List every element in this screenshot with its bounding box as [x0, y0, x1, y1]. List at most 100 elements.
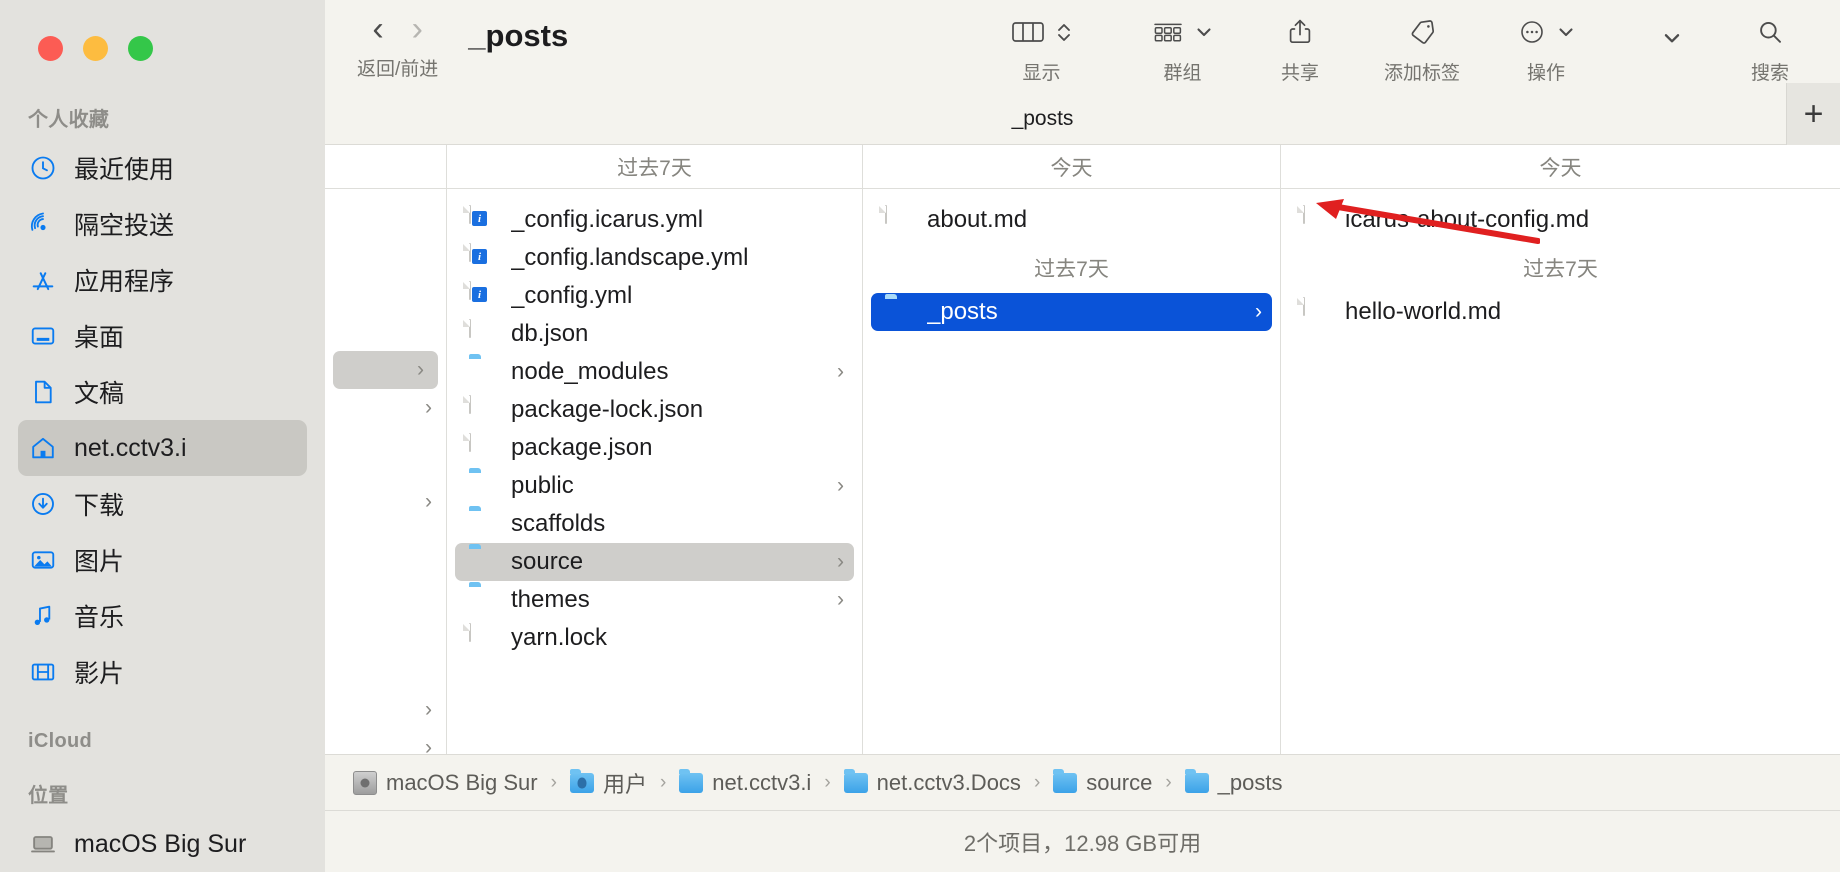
breadcrumb-item-home[interactable]: net.cctv3.i — [679, 768, 812, 796]
folder-icon — [469, 548, 497, 576]
table-row[interactable]: i _config.icarus.yml — [455, 201, 854, 239]
sidebar-item-label: macOS Big Sur — [74, 829, 247, 858]
group-by-button[interactable]: 群组 — [1151, 0, 1214, 85]
list-item[interactable]: › — [325, 691, 446, 729]
minimize-button[interactable] — [83, 36, 108, 61]
column-3-body: icarus-about-config.md 过去7天 hello-world.… — [1281, 189, 1840, 754]
sidebar-item-airdrop[interactable]: 隔空投送 — [18, 196, 307, 252]
home-icon — [28, 433, 58, 463]
chevron-down-icon[interactable] — [1556, 22, 1576, 47]
more-actions-icon — [1517, 17, 1547, 52]
breadcrumb-item-source[interactable]: source — [1053, 768, 1152, 796]
table-row[interactable]: icarus-about-config.md — [1289, 201, 1832, 239]
breadcrumb-item-docs[interactable]: net.cctv3.Docs — [843, 768, 1021, 796]
breadcrumb-label: net.cctv3.i — [712, 769, 812, 795]
breadcrumb-item-disk[interactable]: macOS Big Sur — [353, 770, 538, 796]
list-item[interactable]: › — [325, 483, 446, 521]
file-name: package-lock.json — [511, 396, 704, 423]
file-name: package.json — [511, 434, 653, 461]
table-row[interactable]: hello-world.md — [1289, 293, 1832, 331]
table-row[interactable]: i _config.landscape.yml — [455, 239, 854, 277]
table-row[interactable]: db.json — [455, 315, 854, 353]
sidebar-item-label: 应用程序 — [74, 268, 175, 296]
table-row[interactable]: source › — [455, 543, 854, 581]
breadcrumb: macOS Big Sur › 用户 › net.cctv3.i › net.c… — [325, 754, 1840, 810]
file-name: public — [511, 472, 574, 499]
column-1-body: i _config.icarus.yml i _config.landscape… — [447, 189, 862, 754]
sidebar-item-documents[interactable]: 文稿 — [18, 364, 307, 420]
breadcrumb-separator: › — [824, 771, 831, 793]
table-row[interactable]: yarn.lock — [455, 619, 854, 657]
sidebar-item-pictures[interactable]: 图片 — [18, 532, 307, 588]
toolbar-overflow-button[interactable] — [1642, 0, 1702, 60]
view-options-button[interactable]: 显示 — [1010, 0, 1073, 85]
add-tags-button[interactable]: 添加标签 — [1384, 0, 1460, 85]
navigation-label: 返回/前进 — [357, 59, 439, 80]
disclosure-arrow-icon: › — [837, 588, 844, 611]
add-tags-label: 添加标签 — [1383, 63, 1460, 84]
tab-posts[interactable]: _posts — [1012, 107, 1074, 131]
sidebar-item-label: 图片 — [74, 548, 125, 576]
music-icon — [28, 601, 58, 631]
sidebar-item-music[interactable]: 音乐 — [18, 588, 307, 644]
applications-icon — [28, 265, 58, 295]
share-button[interactable]: 共享 — [1270, 0, 1330, 85]
sidebar-item-home[interactable]: net.cctv3.i — [18, 420, 307, 476]
more-actions-label: 操作 — [1526, 63, 1565, 84]
finder-window: 个人收藏 最近使用 隔空投送 应用程序 桌面 文稿 net.cctv3.i 下载… — [0, 0, 1840, 872]
md-file-icon — [885, 205, 913, 234]
group-header: 过去7天 — [1523, 258, 1598, 281]
json-file-icon — [469, 433, 497, 462]
table-row[interactable]: node_modules › — [455, 353, 854, 391]
forward-button[interactable]: › — [412, 12, 423, 46]
table-row[interactable]: package-lock.json — [455, 391, 854, 429]
list-item[interactable]: › — [325, 389, 446, 427]
sidebar-item-macos-big-sur[interactable]: macOS Big Sur — [18, 816, 307, 872]
search-button[interactable]: 搜索 — [1740, 0, 1800, 85]
table-row[interactable]: i _config.yml — [455, 277, 854, 315]
table-row[interactable]: themes › — [455, 581, 854, 619]
close-button[interactable] — [38, 36, 63, 61]
computer-icon — [28, 829, 58, 859]
breadcrumb-separator: › — [659, 771, 667, 793]
table-row[interactable]: _posts › — [871, 293, 1272, 331]
table-row[interactable]: package.json — [455, 429, 854, 467]
breadcrumb-item-posts[interactable]: _posts — [1184, 768, 1282, 796]
sidebar-item-recents[interactable]: 最近使用 — [18, 140, 307, 196]
list-item[interactable]: › — [325, 729, 446, 754]
file-name: themes — [511, 586, 590, 613]
search-icon — [1755, 17, 1785, 52]
breadcrumb-label: macOS Big Sur — [386, 769, 538, 795]
new-tab-button[interactable]: + — [1786, 83, 1840, 145]
more-actions-button[interactable]: 操作 — [1516, 0, 1576, 85]
documents-icon — [28, 377, 58, 407]
back-button[interactable]: ‹ — [372, 12, 383, 46]
stepper-icon[interactable] — [1055, 18, 1073, 51]
maximize-button[interactable] — [128, 36, 153, 61]
folder-icon — [469, 586, 497, 614]
folder-icon — [679, 768, 704, 793]
yml-file-icon: i — [469, 281, 497, 310]
window-controls — [0, 0, 325, 61]
table-row[interactable]: scaffolds — [455, 505, 854, 543]
clock-icon — [28, 153, 58, 183]
folder-icon — [469, 472, 497, 500]
breadcrumb-label: 用户 — [602, 771, 647, 797]
breadcrumb-item-users[interactable]: 用户 — [569, 767, 647, 799]
airdrop-icon — [28, 209, 58, 239]
sidebar-item-downloads[interactable]: 下载 — [18, 476, 307, 532]
sidebar-item-desktop[interactable]: 桌面 — [18, 308, 307, 364]
chevron-down-icon[interactable] — [1194, 22, 1214, 47]
yml-file-icon: i — [469, 205, 497, 234]
table-row[interactable]: about.md — [871, 201, 1272, 239]
disk-icon — [353, 770, 377, 795]
sidebar-item-movies[interactable]: 影片 — [18, 644, 307, 700]
list-item[interactable]: › — [333, 351, 438, 389]
column-0-body: › › › › › — [325, 189, 446, 754]
group-by-label: 群组 — [1163, 63, 1202, 84]
user-folder-icon — [569, 768, 594, 793]
table-row[interactable]: public › — [455, 467, 854, 505]
navigation-group: ‹ › 返回/前进 — [357, 0, 438, 81]
column-2-header: 今天 — [863, 145, 1280, 189]
sidebar-item-applications[interactable]: 应用程序 — [18, 252, 307, 308]
